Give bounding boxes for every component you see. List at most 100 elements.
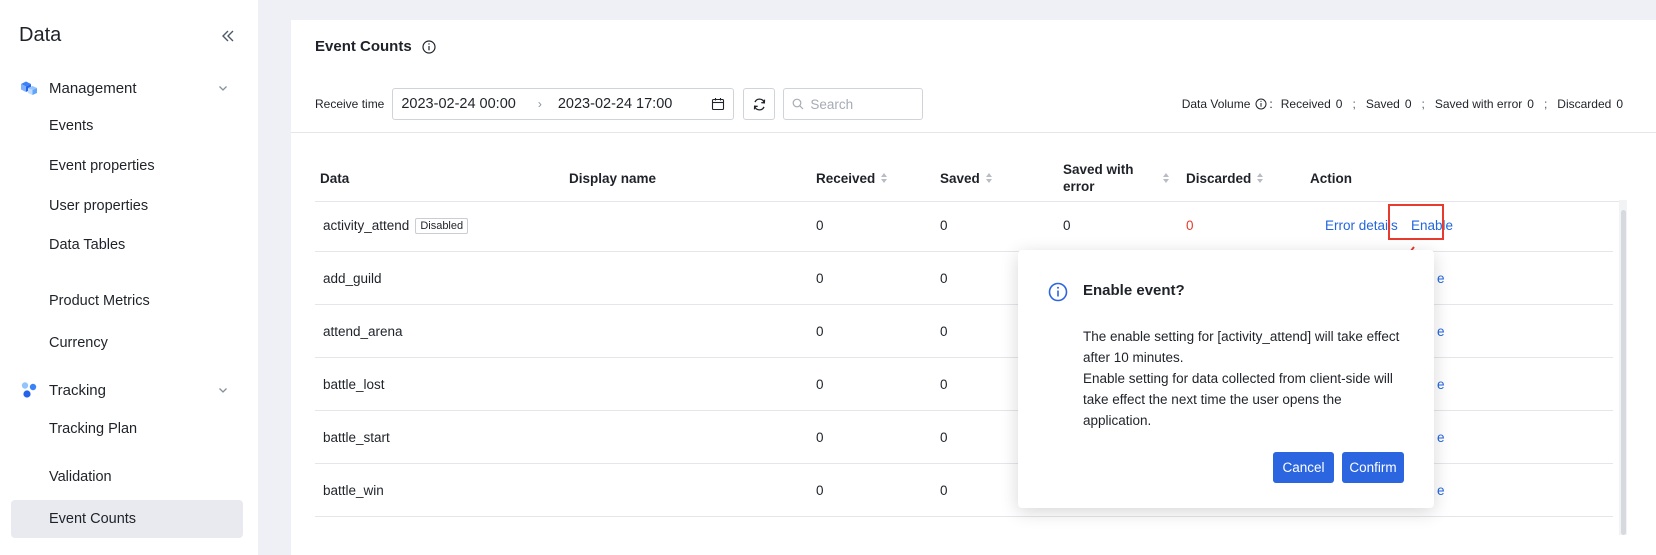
column-header-label: Discarded: [1186, 170, 1252, 186]
sidebar-item-product-metrics[interactable]: Product Metrics: [11, 282, 243, 320]
cell-received: 0: [816, 271, 824, 286]
enable-link[interactable]: e: [1437, 358, 1445, 411]
event-name: add_guild: [323, 271, 382, 286]
sidebar-group-management[interactable]: Management: [19, 76, 239, 100]
column-header-saved-with-error[interactable]: Saved with error: [1063, 154, 1173, 202]
popover-title: Enable event?: [1083, 282, 1185, 299]
sort-icon[interactable]: [881, 173, 888, 183]
calendar-icon[interactable]: [711, 97, 725, 111]
table-scrollbar-thumb[interactable]: [1621, 210, 1626, 535]
refresh-icon: [753, 98, 765, 110]
cubes-icon: [21, 81, 37, 95]
enable-link[interactable]: e: [1437, 411, 1445, 464]
volume-received-label: Received: [1280, 97, 1331, 111]
sidebar-title: Data: [19, 24, 62, 46]
cell-saved: 0: [940, 271, 948, 286]
range-start[interactable]: 2023-02-24 00:00: [401, 96, 516, 112]
date-range-picker[interactable]: 2023-02-24 00:00 › 2023-02-24 17:00: [392, 88, 735, 120]
info-icon[interactable]: [422, 39, 436, 54]
volume-discarded-label: Discarded: [1557, 97, 1612, 111]
event-name: activity_attend: [323, 218, 410, 233]
sidebar-group-label: Tracking: [49, 381, 106, 399]
sidebar-group-label: Management: [49, 79, 137, 97]
volume-saved-label: Saved: [1365, 97, 1400, 111]
popover-body: The enable setting for [activity_attend]…: [1083, 326, 1408, 431]
data-volume-summary: Data Volume : Received 0 ; Saved 0 ; Sav…: [1182, 97, 1623, 111]
volume-separator: ;: [1543, 97, 1548, 111]
sidebar-item-tracking-plan[interactable]: Tracking Plan: [11, 410, 243, 448]
popover-line-2: Enable setting for data collected from c…: [1083, 371, 1393, 428]
filter-bar: Receive time 2023-02-24 00:00 › 2023-02-…: [315, 88, 924, 120]
cell-saved-with-error: 0: [1063, 218, 1071, 233]
column-header-saved[interactable]: Saved: [940, 154, 992, 202]
nodes-icon: [21, 382, 37, 398]
cell-received: 0: [816, 324, 824, 339]
column-header-discarded[interactable]: Discarded: [1186, 154, 1264, 202]
table-header: Data Display name Received Saved Saved w…: [315, 154, 1627, 202]
header-divider: [291, 132, 1656, 133]
sidebar-item-validation[interactable]: Validation: [11, 458, 243, 496]
sidebar: Data Management Events Event properties …: [0, 0, 258, 555]
search-icon: [792, 98, 804, 110]
search-box[interactable]: [783, 88, 924, 120]
sort-icon[interactable]: [1163, 173, 1169, 183]
cell-saved: 0: [940, 324, 948, 339]
cell-saved: 0: [940, 218, 948, 233]
enable-link[interactable]: e: [1437, 252, 1445, 305]
cell-received: 0: [816, 430, 824, 445]
popover-line-1: The enable setting for [activity_attend]…: [1083, 329, 1400, 365]
event-name: attend_arena: [323, 324, 403, 339]
cell-received: 0: [816, 483, 824, 498]
sidebar-group-tracking[interactable]: Tracking: [19, 378, 239, 402]
cell-saved: 0: [940, 377, 948, 392]
collapse-double-chevron-icon[interactable]: [220, 28, 236, 44]
cancel-button[interactable]: Cancel: [1273, 452, 1334, 483]
event-name: battle_lost: [323, 377, 385, 392]
sidebar-item-events[interactable]: Events: [11, 107, 243, 145]
volume-separator: ;: [1421, 97, 1425, 111]
page-title-text: Event Counts: [315, 38, 412, 55]
enable-event-popover: Enable event? The enable setting for [ac…: [1018, 250, 1434, 508]
event-name: battle_start: [323, 430, 390, 445]
info-icon[interactable]: [1255, 98, 1267, 110]
confirm-button[interactable]: Confirm: [1342, 452, 1404, 483]
volume-saved-error-label: Saved with error: [1434, 97, 1523, 111]
range-arrow-icon: ›: [537, 97, 542, 111]
enable-link[interactable]: e: [1437, 305, 1445, 358]
enable-highlight-box: [1388, 204, 1444, 240]
volume-saved-value: 0: [1404, 97, 1412, 111]
cell-discarded: 0: [1186, 218, 1194, 233]
cell-data: activity_attend Disabled: [323, 199, 469, 252]
cell-received: 0: [816, 377, 824, 392]
volume-separator: ;: [1352, 97, 1356, 111]
volume-label: Data Volume: [1181, 97, 1251, 111]
sidebar-item-event-properties[interactable]: Event properties: [11, 147, 243, 185]
cell-received: 0: [816, 218, 824, 233]
search-input[interactable]: [810, 96, 911, 112]
enable-link[interactable]: e: [1437, 464, 1445, 517]
page-title: Event Counts: [315, 38, 436, 55]
volume-saved-error-value: 0: [1527, 97, 1534, 111]
volume-received-value: 0: [1335, 97, 1343, 111]
refresh-button[interactable]: [743, 88, 776, 120]
volume-discarded-value: 0: [1616, 97, 1623, 111]
column-header-label: Received: [816, 170, 876, 186]
column-header-data: Data: [320, 170, 350, 186]
chevron-down-icon: [219, 388, 227, 393]
column-header-label: Saved with error: [1063, 162, 1134, 194]
sort-icon[interactable]: [985, 173, 992, 183]
receive-time-label: Receive time: [315, 97, 385, 111]
sort-icon[interactable]: [1257, 173, 1264, 183]
volume-colon: :: [1269, 97, 1273, 111]
column-header-received[interactable]: Received: [816, 154, 888, 202]
cell-saved: 0: [940, 483, 948, 498]
sidebar-item-event-counts[interactable]: Event Counts: [11, 500, 243, 538]
column-header-label: Saved: [940, 170, 980, 186]
cell-saved: 0: [940, 430, 948, 445]
sidebar-item-data-tables[interactable]: Data Tables: [11, 226, 243, 264]
range-end[interactable]: 2023-02-24 17:00: [558, 96, 673, 112]
sidebar-item-user-properties[interactable]: User properties: [11, 187, 243, 225]
event-name: battle_win: [323, 483, 384, 498]
info-icon: [1048, 282, 1068, 302]
sidebar-item-currency[interactable]: Currency: [11, 324, 243, 362]
